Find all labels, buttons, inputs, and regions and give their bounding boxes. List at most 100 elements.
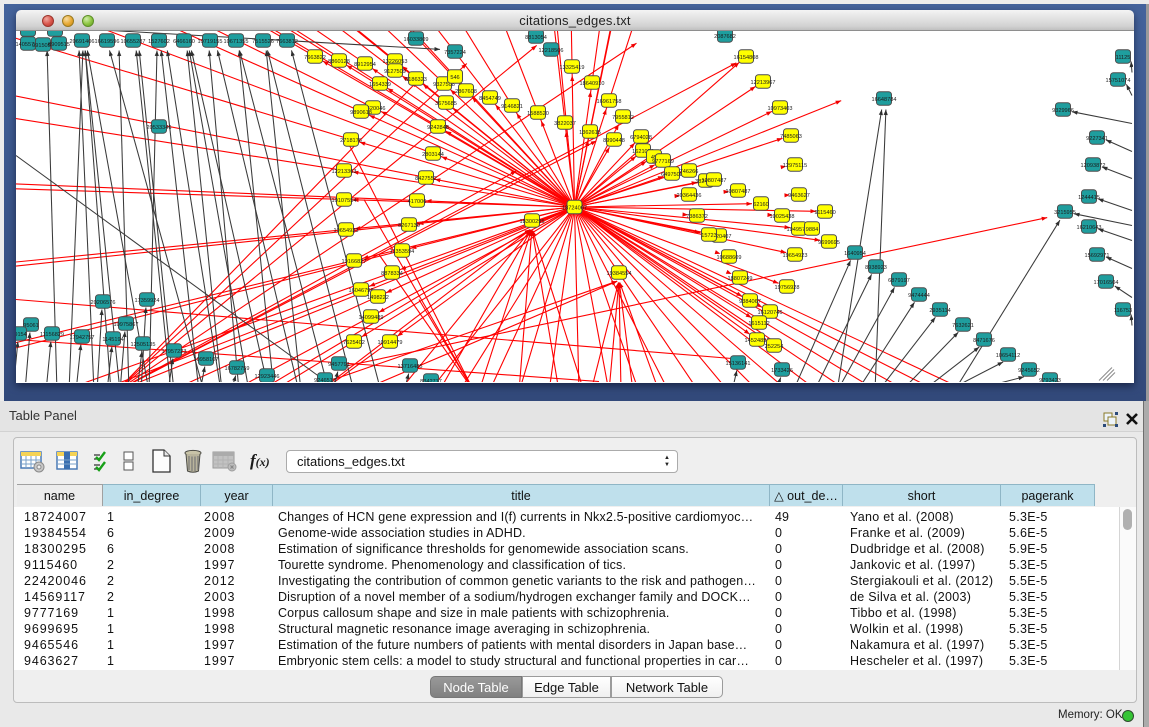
- svg-text:16154808: 16154808: [734, 55, 759, 61]
- svg-text:6466160: 6466160: [173, 39, 195, 45]
- svg-text:17942757: 17942757: [70, 335, 95, 341]
- svg-text:16619596: 16619596: [95, 39, 120, 45]
- svg-text:13325419: 13325419: [560, 65, 585, 71]
- svg-text:9146821: 9146821: [501, 104, 523, 110]
- svg-text:9384067: 9384067: [739, 299, 761, 305]
- svg-text:8427552: 8427552: [415, 176, 437, 182]
- svg-text:14099489: 14099489: [359, 315, 384, 321]
- svg-text:10975867: 10975867: [114, 322, 139, 328]
- svg-text:9329966: 9329966: [1052, 108, 1074, 114]
- svg-text:8909515: 8909515: [48, 42, 70, 48]
- svg-text:9890618: 9890618: [350, 110, 372, 116]
- svg-text:17359924: 17359924: [135, 298, 160, 304]
- svg-text:11125: 11125: [1116, 55, 1131, 61]
- svg-text:116753: 116753: [1114, 308, 1132, 314]
- svg-text:2087682: 2087682: [714, 34, 736, 40]
- svg-text:3822037: 3822037: [554, 121, 576, 127]
- svg-text:20533346: 20533346: [147, 125, 172, 131]
- svg-text:7386372: 7386372: [686, 214, 708, 220]
- svg-text:11353594: 11353594: [390, 249, 414, 255]
- svg-text:10973403: 10973403: [768, 106, 793, 112]
- svg-text:2718176: 2718176: [340, 138, 362, 144]
- svg-text:9227341: 9227341: [1086, 136, 1108, 142]
- svg-text:12975115: 12975115: [783, 163, 807, 169]
- svg-text:16046798: 16046798: [349, 288, 374, 294]
- svg-text:10025438: 10025438: [770, 214, 795, 220]
- svg-text:12093872: 12093872: [1081, 163, 1106, 169]
- svg-text:12213363: 12213363: [332, 169, 357, 175]
- svg-text:19654923: 19654923: [783, 253, 808, 259]
- svg-text:7515526: 7515526: [252, 39, 274, 45]
- svg-text:8938923: 8938923: [865, 265, 887, 271]
- svg-text:7955812: 7955812: [612, 115, 634, 121]
- svg-text:9777169: 9777169: [652, 159, 674, 165]
- svg-text:8813054: 8813054: [525, 35, 547, 41]
- svg-text:18640910: 18640910: [580, 81, 605, 87]
- svg-text:10958107: 10958107: [194, 357, 219, 363]
- svg-text:9463627: 9463627: [788, 193, 810, 199]
- svg-text:16210643: 16210643: [1077, 225, 1102, 231]
- svg-text:3215955: 3215955: [1054, 210, 1076, 216]
- svg-text:8186323: 8186323: [405, 77, 427, 83]
- svg-text:2867608: 2867608: [455, 89, 477, 95]
- svg-text:746266: 746266: [680, 169, 699, 175]
- svg-text:10807487: 10807487: [702, 178, 727, 184]
- svg-text:8860128: 8860128: [328, 59, 350, 65]
- svg-text:2803144: 2803144: [422, 152, 444, 158]
- svg-text:2935114: 2935114: [929, 308, 950, 314]
- svg-text:8267130: 8267130: [398, 223, 420, 229]
- svg-text:10654112: 10654112: [996, 353, 1020, 359]
- svg-text:16961758: 16961758: [597, 99, 622, 105]
- svg-text:15136141: 15136141: [726, 361, 751, 367]
- svg-text:8342717: 8342717: [420, 379, 442, 382]
- svg-text:8912954: 8912954: [354, 62, 376, 68]
- svg-text:8990448: 8990448: [603, 138, 625, 144]
- svg-text:6794028: 6794028: [630, 135, 652, 141]
- svg-text:9474444: 9474444: [908, 293, 930, 299]
- svg-text:1640954: 1640954: [844, 251, 866, 257]
- svg-text:17957223: 17957223: [162, 349, 187, 355]
- svg-text:1615112: 1615112: [748, 321, 769, 327]
- svg-text:546: 546: [450, 75, 459, 81]
- svg-text:12218506: 12218506: [539, 48, 564, 54]
- svg-text:15692971: 15692971: [1085, 253, 1110, 259]
- svg-text:7485063: 7485063: [780, 134, 802, 140]
- svg-text:1244415: 1244415: [1078, 195, 1100, 201]
- svg-text:18300295: 18300295: [520, 219, 545, 225]
- svg-text:1588520: 1588520: [527, 111, 549, 117]
- svg-text:7357224: 7357224: [444, 50, 466, 56]
- svg-text:15751074: 15751074: [1106, 78, 1131, 84]
- svg-text:8878334: 8878334: [381, 271, 403, 277]
- svg-text:10688609: 10688609: [717, 255, 742, 261]
- svg-text:15723: 15723: [701, 233, 717, 239]
- svg-text:9127509: 9127509: [384, 69, 406, 75]
- svg-text:10107554: 10107554: [332, 198, 357, 204]
- svg-text:8454749: 8454749: [479, 96, 501, 102]
- svg-text:10914479: 10914479: [378, 340, 403, 346]
- svg-text:20206576: 20206576: [91, 300, 116, 306]
- svg-text:9699695: 9699695: [818, 240, 840, 246]
- svg-text:417006: 417006: [408, 199, 427, 205]
- svg-text:13716485: 13716485: [398, 364, 423, 370]
- svg-text:7663812: 7663812: [276, 39, 298, 45]
- svg-text:10719155: 10719155: [198, 39, 223, 45]
- svg-text:19756928: 19756928: [775, 285, 800, 291]
- svg-text:12505135: 12505135: [131, 342, 156, 348]
- svg-text:9115460: 9115460: [814, 210, 835, 216]
- svg-text:20364436: 20364436: [677, 193, 702, 199]
- svg-text:10671355: 10671355: [224, 39, 249, 45]
- svg-text:11156829: 11156829: [40, 332, 64, 338]
- svg-text:1733426: 1733426: [771, 368, 793, 374]
- svg-text:1654339: 1654339: [369, 82, 391, 88]
- svg-text:9793423: 9793423: [1039, 378, 1061, 382]
- svg-text:7663822: 7663822: [304, 55, 326, 61]
- svg-text:16648784: 16648784: [872, 97, 897, 103]
- svg-text:19166827: 19166827: [342, 259, 367, 265]
- svg-text:39154: 39154: [16, 332, 27, 338]
- svg-text:7632621: 7632621: [952, 323, 974, 329]
- svg-text:12923446: 12923446: [255, 374, 280, 380]
- svg-text:10655287: 10655287: [121, 39, 146, 45]
- svg-text:1527602: 1527602: [148, 39, 170, 45]
- svg-text:18724007: 18724007: [562, 206, 587, 212]
- svg-text:6879197: 6879197: [888, 278, 910, 284]
